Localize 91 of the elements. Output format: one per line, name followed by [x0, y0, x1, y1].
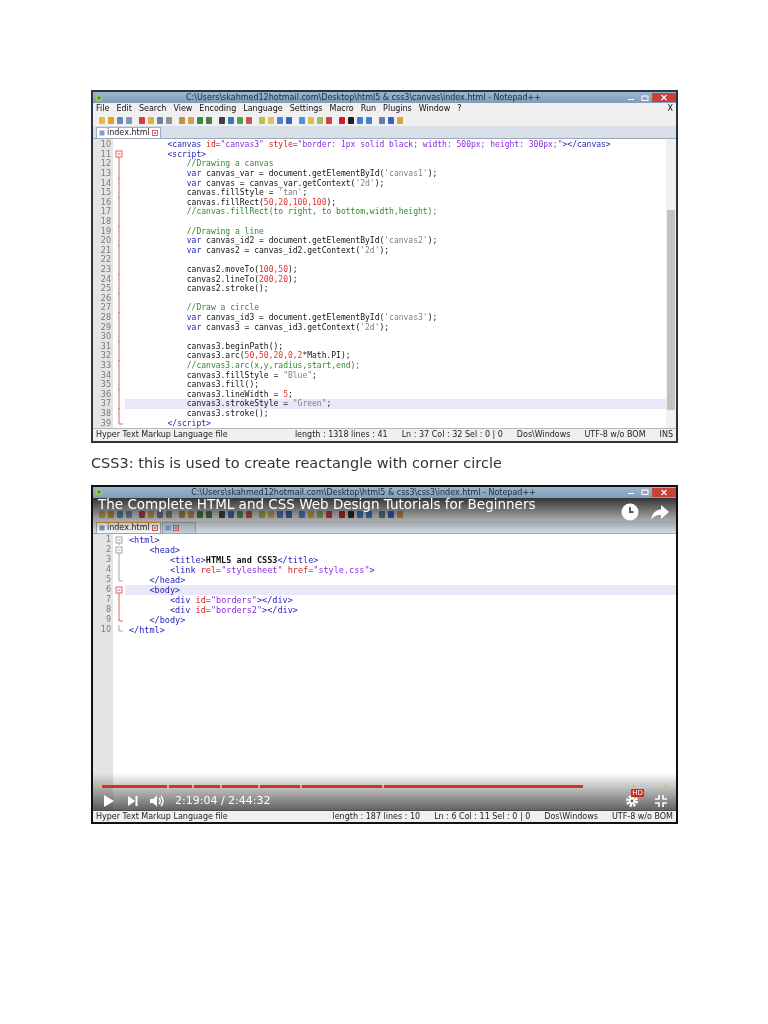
line-number: 2: [104, 544, 112, 555]
code-line: <div id="borders2"></div>: [168, 604, 299, 615]
line-number: 27: [99, 303, 112, 313]
code-line: //canvas.fillRect(to right, to bottom,width,height);: [185, 207, 439, 217]
code-line: //canvas3.arc(x,y,radius,start,end);: [185, 360, 362, 371]
line-number: 25: [99, 283, 112, 294]
line-number: 36: [99, 389, 112, 399]
status-text: Ln : 37 Col : 32 Sel : 0 | 0: [401, 430, 503, 440]
line-number: 11: [99, 149, 112, 159]
code-line: <html>: [128, 534, 161, 545]
line-number: 9: [104, 614, 112, 625]
line-number: 39: [99, 418, 112, 428]
line-number: 13: [99, 168, 112, 179]
status-text: Dos\Windows: [516, 430, 571, 440]
status-text: Hyper Text Markup Language file: [96, 811, 229, 821]
line-number: 7: [104, 594, 112, 605]
status-text: Dos\Windows: [544, 811, 598, 821]
line-number: 31: [99, 341, 112, 351]
line-number: 20: [99, 235, 112, 246]
code-line: canvas3.arc(50,50,20,0,2*Math.PI);: [185, 351, 352, 361]
code-line: //Drawing a line: [185, 226, 265, 236]
code-line: canvas2.stroke();: [185, 283, 270, 294]
line-number: 3: [104, 554, 112, 565]
code-line: var canvas3 = canvas_id3.getContext('2d');: [185, 322, 391, 332]
code-line: canvas2.moveTo(100,50);: [185, 264, 299, 275]
line-number: 14: [99, 178, 112, 188]
code-line: <title>HTML5 and CSS3</title>: [168, 554, 320, 565]
line-number: 12: [99, 159, 112, 169]
status-text: UTF-8 w/o BOM: [611, 811, 673, 821]
code-line: canvas3.fill();: [185, 380, 260, 390]
code-line: <canvas id="canvas3" style="border: 1px solid black; width: 500px; height: 300px;"></canvas>: [166, 140, 612, 150]
code-line: </head>: [148, 574, 187, 585]
code-line: <script>: [166, 149, 207, 160]
code-line: canvas.fillRect(50,20,100,100);: [185, 197, 338, 207]
line-number: 37: [99, 399, 112, 409]
caption-text: CSS3: this is used to create reactangle with corner circle: [91, 454, 502, 471]
code-line: <div id="borders"></div>: [169, 594, 294, 605]
code-line: var canvas = canvas_var.getContext('2d');: [185, 178, 386, 188]
status-text: Hyper Text Markup Language file: [96, 430, 229, 440]
line-number: 22: [99, 255, 112, 265]
code-line: canvas.fillStyle = 'tan';: [185, 188, 308, 198]
line-number: 8: [104, 604, 112, 615]
line-number: 38: [99, 408, 112, 419]
line-number: 1: [104, 534, 112, 545]
code-line: canvas3.lineWidth = 5;: [185, 389, 294, 399]
code-line: //Drawing a canvas: [186, 159, 275, 169]
line-number: 16: [99, 197, 112, 207]
code-line: </html>: [128, 624, 165, 635]
status-text: length : 187 lines : 10: [332, 811, 421, 821]
line-number: 34: [99, 370, 112, 380]
line-number: 32: [99, 351, 112, 361]
code-line: <head>: [148, 544, 182, 555]
status-text: Ln : 6 Col : 11 Sel : 0 | 0: [434, 811, 531, 821]
line-number: 21: [99, 245, 112, 255]
code-line: var canvas2 = canvas_id2.getContext('2d');: [185, 245, 391, 256]
line-number: 30: [99, 331, 112, 342]
line-number: 19: [99, 226, 112, 236]
status-text: UTF-8 w/o BOM: [584, 430, 646, 440]
line-number: 35: [99, 379, 112, 390]
line-number: 26: [99, 293, 112, 303]
status-text: INS: [659, 430, 673, 440]
line-number: 18: [99, 216, 112, 227]
line-number: 17: [99, 207, 112, 217]
code-line: <link rel="stylesheet" href="style.css">: [168, 564, 376, 575]
line-number: 29: [99, 322, 112, 332]
tab-label: index.html: [107, 128, 150, 138]
tab-label: index.html: [107, 522, 150, 533]
line-number: 6: [104, 584, 112, 595]
code-line: canvas3.beginPath();: [185, 341, 284, 352]
line-number: 5: [104, 574, 112, 585]
window-title: C:\Users\skahmed12hotmail.com\Desktop\html5 & css3\canvas\index.html - Notepad++: [185, 92, 542, 103]
status-text: length : 1318 lines : 41: [294, 430, 388, 440]
line-number: 10: [99, 624, 112, 635]
code-line: canvas2.lineTo(200,20);: [185, 274, 299, 284]
code-line: </body>: [148, 614, 187, 625]
code-line: var canvas_id2 = document.getElementById('canvas2');: [185, 236, 439, 246]
line-number: 23: [99, 264, 112, 275]
line-number: 15: [99, 187, 112, 198]
code-line: var canvas_id3 = document.getElementById('canvas3');: [185, 312, 439, 323]
video-time: 2:19:04 / 2:44:32: [175, 794, 271, 808]
code-line: //Draw a circle: [185, 303, 261, 313]
line-number: 33: [99, 360, 112, 371]
code-line: var canvas_var = document.getElementById('canvas1');: [185, 168, 439, 179]
code-line: canvas3.fillStyle = "Blue";: [185, 370, 318, 380]
code-line: </script>: [166, 418, 212, 428]
window-title: C:\Users\skahmed12hotmail.com\Desktop\html5 & css3\css3\index.html - Notepad++: [190, 486, 537, 498]
line-number: 24: [99, 274, 112, 284]
line-number: 4: [104, 564, 112, 575]
line-number: 28: [99, 312, 112, 323]
code-line: canvas3.stroke();: [185, 408, 270, 419]
line-number: 10: [99, 140, 112, 150]
